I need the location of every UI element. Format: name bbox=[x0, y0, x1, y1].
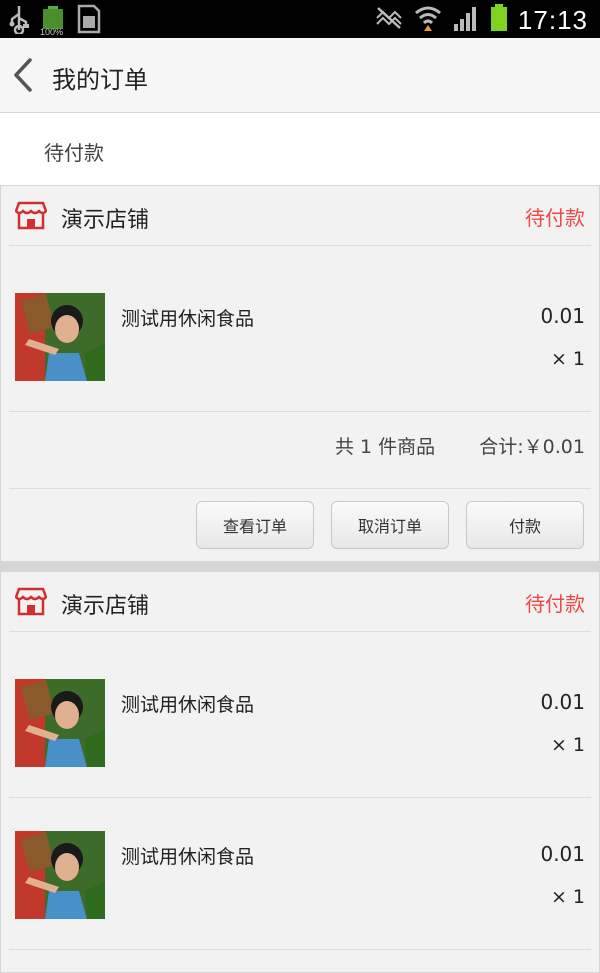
product-quantity: × 1 bbox=[550, 886, 585, 908]
status-bar: 100% 17:13 bbox=[0, 0, 600, 38]
order-card-header: 演示店铺 待付款 bbox=[1, 572, 599, 632]
page-title: 我的订单 bbox=[52, 66, 148, 94]
usb-icon bbox=[8, 4, 30, 38]
product-price: 0.01 bbox=[540, 690, 585, 714]
order-filter[interactable]: 待付款 bbox=[0, 113, 600, 185]
wifi-icon bbox=[414, 3, 442, 37]
view-order-button[interactable]: 查看订单 bbox=[196, 501, 314, 549]
order-total: 合计:￥0.01 bbox=[479, 436, 585, 458]
pay-button[interactable]: 付款 bbox=[466, 501, 584, 549]
clock: 17:13 bbox=[517, 4, 588, 35]
divider bbox=[9, 488, 591, 489]
cancel-order-button[interactable]: 取消订单 bbox=[331, 501, 449, 549]
product-quantity: × 1 bbox=[550, 348, 585, 370]
divider bbox=[9, 411, 591, 412]
list-item[interactable]: 测试用休闲食品 0.01 × 1 bbox=[1, 632, 599, 782]
store-name: 演示店铺 bbox=[61, 594, 150, 619]
card-separator bbox=[0, 561, 600, 571]
store-icon bbox=[14, 200, 48, 230]
product-name: 测试用休闲食品 bbox=[121, 308, 255, 330]
product-image bbox=[15, 831, 105, 919]
product-price: 0.01 bbox=[540, 304, 585, 328]
app-header: 我的订单 bbox=[0, 38, 600, 113]
signal-icon bbox=[452, 4, 480, 36]
order-status: 待付款 bbox=[525, 206, 585, 230]
order-card-header: 演示店铺 待付款 bbox=[1, 186, 599, 246]
store-icon bbox=[14, 586, 48, 616]
product-quantity: × 1 bbox=[550, 734, 585, 756]
battery-small-icon: 100% bbox=[40, 5, 66, 37]
product-name: 测试用休闲食品 bbox=[121, 846, 255, 868]
order-status: 待付款 bbox=[525, 592, 585, 616]
divider bbox=[9, 949, 591, 950]
product-price: 0.01 bbox=[540, 842, 585, 866]
order-card[interactable]: 演示店铺 待付款 测试用休闲食品 0.01 × 1 测试用休闲食品 0.01 ×… bbox=[0, 571, 600, 973]
mute-icon bbox=[374, 5, 404, 35]
sim-card-icon bbox=[76, 4, 102, 38]
product-image bbox=[15, 293, 105, 381]
battery-icon bbox=[490, 3, 508, 37]
store-name: 演示店铺 bbox=[61, 208, 150, 233]
list-item[interactable]: 测试用休闲食品 0.01 × 1 bbox=[1, 784, 599, 934]
filter-label: 待付款 bbox=[44, 141, 104, 165]
list-item[interactable]: 测试用休闲食品 0.01 × 1 bbox=[1, 246, 599, 396]
order-card[interactable]: 演示店铺 待付款 测试用休闲食品 0.01 × 1 共 1 件商品 合计:￥0.… bbox=[0, 185, 600, 562]
chevron-left-icon[interactable] bbox=[10, 56, 42, 94]
product-image bbox=[15, 679, 105, 767]
item-count: 共 1 件商品 bbox=[335, 436, 436, 458]
product-name: 测试用休闲食品 bbox=[121, 694, 255, 716]
